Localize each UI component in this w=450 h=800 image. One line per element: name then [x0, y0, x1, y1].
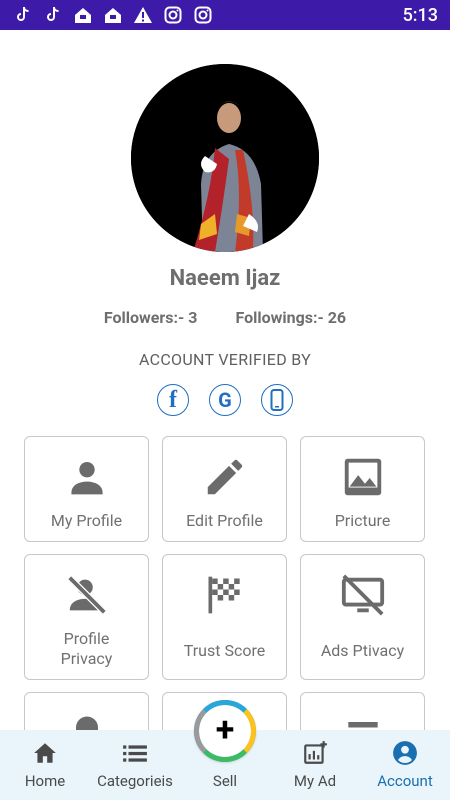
- verified-by-title: ACCOUNT VERIFIED BY: [138, 350, 312, 369]
- plus-icon: +: [215, 710, 235, 750]
- tile-label-line2: Privacy: [60, 649, 113, 668]
- tile-notifications[interactable]: [24, 692, 149, 730]
- nav-home[interactable]: Home: [0, 740, 90, 790]
- app-icon: [72, 4, 94, 26]
- instagram-icon: [162, 4, 184, 26]
- tile-label: My Profile: [50, 511, 123, 530]
- tile-label: Ads Ptivacy: [320, 641, 405, 660]
- facebook-icon: f: [157, 384, 189, 416]
- tile-ads-privacy[interactable]: Ads Ptivacy: [300, 554, 425, 680]
- status-bar: 5:13: [0, 0, 450, 30]
- checkered-flag-icon: [199, 569, 251, 621]
- instagram-icon: [192, 4, 214, 26]
- nav-label: My Ad: [293, 772, 337, 790]
- tile-label: Profile Privacy: [61, 629, 113, 669]
- nav-label: Home: [24, 772, 66, 790]
- verification-badges: f G: [0, 384, 450, 416]
- tiktok-icon: [42, 4, 64, 26]
- image-icon: [337, 451, 389, 503]
- list-icon: [121, 740, 149, 766]
- account-menu-grid: My Profile Edit Profile Pricture Profile…: [24, 436, 426, 730]
- tile-my-profile[interactable]: My Profile: [24, 436, 149, 542]
- account-screen: Naeem Ijaz Followers:- 3 Followings:- 26…: [0, 30, 450, 730]
- person-off-icon: [61, 569, 113, 621]
- list-icon: [337, 707, 389, 730]
- followers-count[interactable]: Followers:- 3: [104, 308, 198, 327]
- phone-icon: [261, 384, 293, 416]
- avatar[interactable]: [131, 64, 319, 252]
- home-icon: [31, 740, 59, 766]
- nav-label: Sell: [212, 772, 238, 790]
- status-time: 5:13: [402, 4, 438, 26]
- nav-categories[interactable]: Categorieis: [90, 740, 180, 790]
- tile-label: Pricture: [334, 511, 391, 530]
- tile-picture[interactable]: Pricture: [300, 436, 425, 542]
- tile-label: Trust Score: [183, 641, 266, 660]
- follow-stats: Followers:- 3 Followings:- 26: [0, 308, 450, 327]
- user-name: Naeem Ijaz: [169, 266, 281, 291]
- desktop-off-icon: [337, 569, 389, 621]
- nav-label: Categorieis: [97, 772, 173, 790]
- nav-my-ad[interactable]: My Ad: [270, 740, 360, 790]
- followings-count[interactable]: Followings:- 26: [235, 308, 346, 327]
- status-icons: [12, 4, 214, 26]
- person-icon: [61, 451, 113, 503]
- chart-add-icon: [301, 740, 329, 766]
- account-circle-icon: [391, 740, 419, 766]
- tile-trust-score[interactable]: Trust Score: [162, 554, 287, 680]
- tile-label: Edit Profile: [186, 511, 263, 530]
- pencil-icon: [199, 451, 251, 503]
- app-icon: [102, 4, 124, 26]
- tiktok-icon: [12, 4, 34, 26]
- tile-edit-profile[interactable]: Edit Profile: [162, 436, 287, 542]
- tile-label-line1: Profile: [63, 629, 110, 648]
- bell-icon: [61, 707, 113, 730]
- tile-profile-privacy[interactable]: Profile Privacy: [24, 554, 149, 680]
- tile-list[interactable]: [300, 692, 425, 730]
- nav-label: Account: [377, 772, 433, 790]
- google-icon: G: [209, 384, 241, 416]
- nav-account[interactable]: Account: [360, 740, 450, 790]
- warning-icon: [132, 4, 154, 26]
- sell-button[interactable]: +: [194, 700, 256, 762]
